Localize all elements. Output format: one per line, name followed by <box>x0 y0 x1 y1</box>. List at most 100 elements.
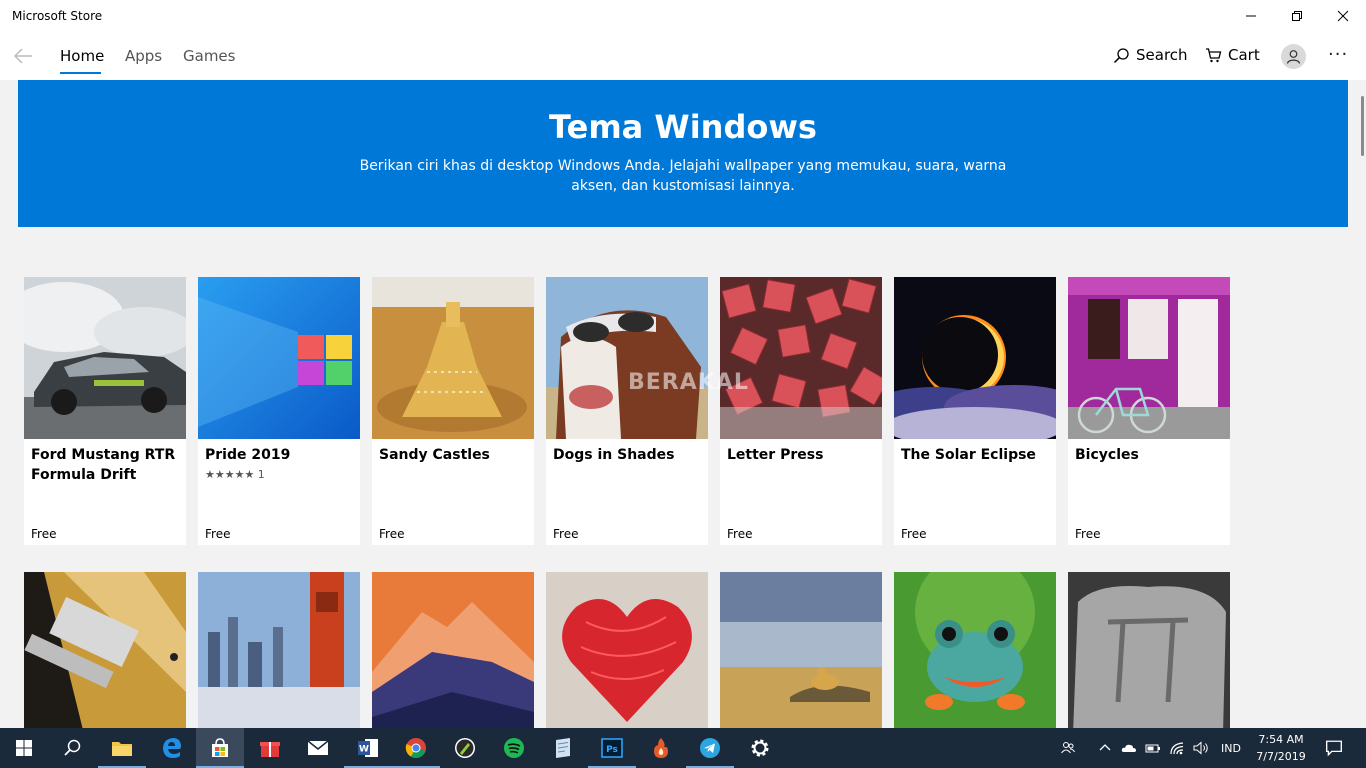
card-rating: ★★★★★ 1 <box>205 468 265 481</box>
stone-carving-image <box>1068 572 1230 728</box>
start-button[interactable] <box>0 728 48 768</box>
taskbar-file-explorer[interactable] <box>98 728 146 768</box>
card-title: Bicycles <box>1075 447 1139 463</box>
tray-language[interactable]: IND <box>1221 728 1241 768</box>
minimize-button[interactable] <box>1228 0 1274 32</box>
notification-icon <box>1326 740 1342 757</box>
theme-card-pride-2019[interactable]: Pride 2019 ★★★★★ 1 Free <box>198 277 360 545</box>
theme-card-cheetah[interactable] <box>720 572 882 728</box>
taskbar-spotify[interactable] <box>490 728 538 768</box>
spotify-icon <box>504 738 524 758</box>
window-title: Microsoft Store <box>12 9 103 23</box>
minimize-icon <box>1246 15 1256 17</box>
card-title: Letter Press <box>727 447 824 463</box>
theme-card-solar-eclipse[interactable]: The Solar Eclipse Free <box>894 277 1056 545</box>
cart-icon <box>1206 47 1222 62</box>
yarn-heart-image <box>546 572 708 728</box>
tray-people[interactable] <box>1060 728 1076 768</box>
restore-button[interactable] <box>1274 0 1320 32</box>
tray-action-center[interactable] <box>1325 728 1343 768</box>
letterpress-image <box>720 277 882 439</box>
tray-onedrive[interactable] <box>1121 728 1137 768</box>
card-price: Free <box>205 527 231 541</box>
more-options-button[interactable]: ··· <box>1328 44 1348 65</box>
taskbar-chrome[interactable] <box>392 728 440 768</box>
title-bar: Microsoft Store <box>0 0 1366 32</box>
battery-icon <box>1145 744 1160 753</box>
guitar-image <box>24 572 186 728</box>
search-button[interactable]: Search <box>1113 46 1188 64</box>
card-title: Pride 2019 <box>205 447 291 463</box>
tab-home[interactable]: Home <box>60 47 104 65</box>
close-button[interactable] <box>1320 0 1366 32</box>
cart-button[interactable]: Cart <box>1205 46 1260 64</box>
taskbar-telegram[interactable] <box>686 728 734 768</box>
card-price: Free <box>553 527 579 541</box>
card-title: Sandy Castles <box>379 447 490 463</box>
taskbar-mail[interactable] <box>294 728 342 768</box>
frog-image <box>894 572 1056 728</box>
word-icon: W <box>358 739 378 757</box>
taskbar-notes-app[interactable] <box>539 728 587 768</box>
card-price: Free <box>1075 527 1101 541</box>
taskbar-flame-app[interactable] <box>637 728 685 768</box>
taskbar-gift-app[interactable] <box>246 728 294 768</box>
card-price: Free <box>901 527 927 541</box>
theme-card-sandy-castles[interactable]: Sandy Castles Free <box>372 277 534 545</box>
vertical-scrollbar[interactable] <box>1361 96 1364 156</box>
flame-icon <box>654 738 668 758</box>
card-price: Free <box>379 527 405 541</box>
bicycle-image <box>1068 277 1230 439</box>
theme-card-stone-carving[interactable] <box>1068 572 1230 728</box>
photoshop-icon: Ps <box>601 738 623 758</box>
back-arrow-icon[interactable] <box>12 46 34 66</box>
hero-title: Tema Windows <box>549 108 817 146</box>
theme-card-ford-mustang[interactable]: Ford Mustang RTR Formula Drift Free <box>24 277 186 545</box>
theme-card-frog[interactable] <box>894 572 1056 728</box>
theme-card-dogs-in-shades[interactable]: Dogs in Shades Free <box>546 277 708 545</box>
theme-card-mountain[interactable] <box>372 572 534 728</box>
notes-icon <box>556 738 570 758</box>
taskbar-word[interactable]: W <box>344 728 392 768</box>
theme-card-yarn-heart[interactable] <box>546 572 708 728</box>
folder-icon <box>112 742 132 756</box>
mountain-image <box>372 572 534 728</box>
cart-label: Cart <box>1228 46 1260 64</box>
cheetah-image <box>720 572 882 728</box>
theme-card-city-bridge[interactable] <box>198 572 360 728</box>
account-avatar[interactable] <box>1281 44 1306 69</box>
sandcastle-image <box>372 277 534 439</box>
taskbar-photoshop[interactable]: Ps <box>588 728 636 768</box>
taskbar: W Ps IND 7:54 AM 7/7/2019 <box>0 728 1366 768</box>
tray-show-hidden[interactable] <box>1097 728 1113 768</box>
dog-sunglasses-image <box>546 277 708 439</box>
gear-icon <box>751 739 769 757</box>
taskbar-settings[interactable] <box>736 728 784 768</box>
taskbar-microsoft-store[interactable] <box>196 728 244 768</box>
taskbar-clock[interactable]: 7:54 AM 7/7/2019 <box>1252 731 1310 765</box>
tray-battery[interactable] <box>1145 728 1161 768</box>
store-icon <box>212 738 228 757</box>
tray-volume[interactable] <box>1193 728 1209 768</box>
language-indicator: IND <box>1221 741 1241 755</box>
taskbar-edge[interactable] <box>148 728 196 768</box>
tab-apps[interactable]: Apps <box>125 47 162 65</box>
card-title: The Solar Eclipse <box>901 447 1036 463</box>
pen-tool-icon <box>455 738 475 758</box>
theme-card-bicycles[interactable]: Bicycles Free <box>1068 277 1230 545</box>
windows-logo-image <box>198 277 360 439</box>
taskbar-pen-app[interactable] <box>441 728 489 768</box>
taskbar-search-button[interactable] <box>48 728 96 768</box>
theme-card-letter-press[interactable]: Letter Press Free <box>720 277 882 545</box>
hero-banner: Tema Windows Berikan ciri khas di deskto… <box>18 80 1348 227</box>
windows-start-icon <box>16 740 32 756</box>
chrome-icon <box>405 738 426 758</box>
card-title: Dogs in Shades <box>553 447 675 463</box>
main-content[interactable]: Tema Windows Berikan ciri khas di deskto… <box>0 80 1366 728</box>
nav-bar: Home Apps Games Search Cart ··· <box>0 32 1366 80</box>
tab-games[interactable]: Games <box>183 47 235 65</box>
tray-wifi[interactable] <box>1169 728 1185 768</box>
hero-description: Berikan ciri khas di desktop Windows And… <box>359 158 1007 194</box>
close-icon <box>1337 10 1349 22</box>
theme-card-guitar[interactable] <box>24 572 186 728</box>
